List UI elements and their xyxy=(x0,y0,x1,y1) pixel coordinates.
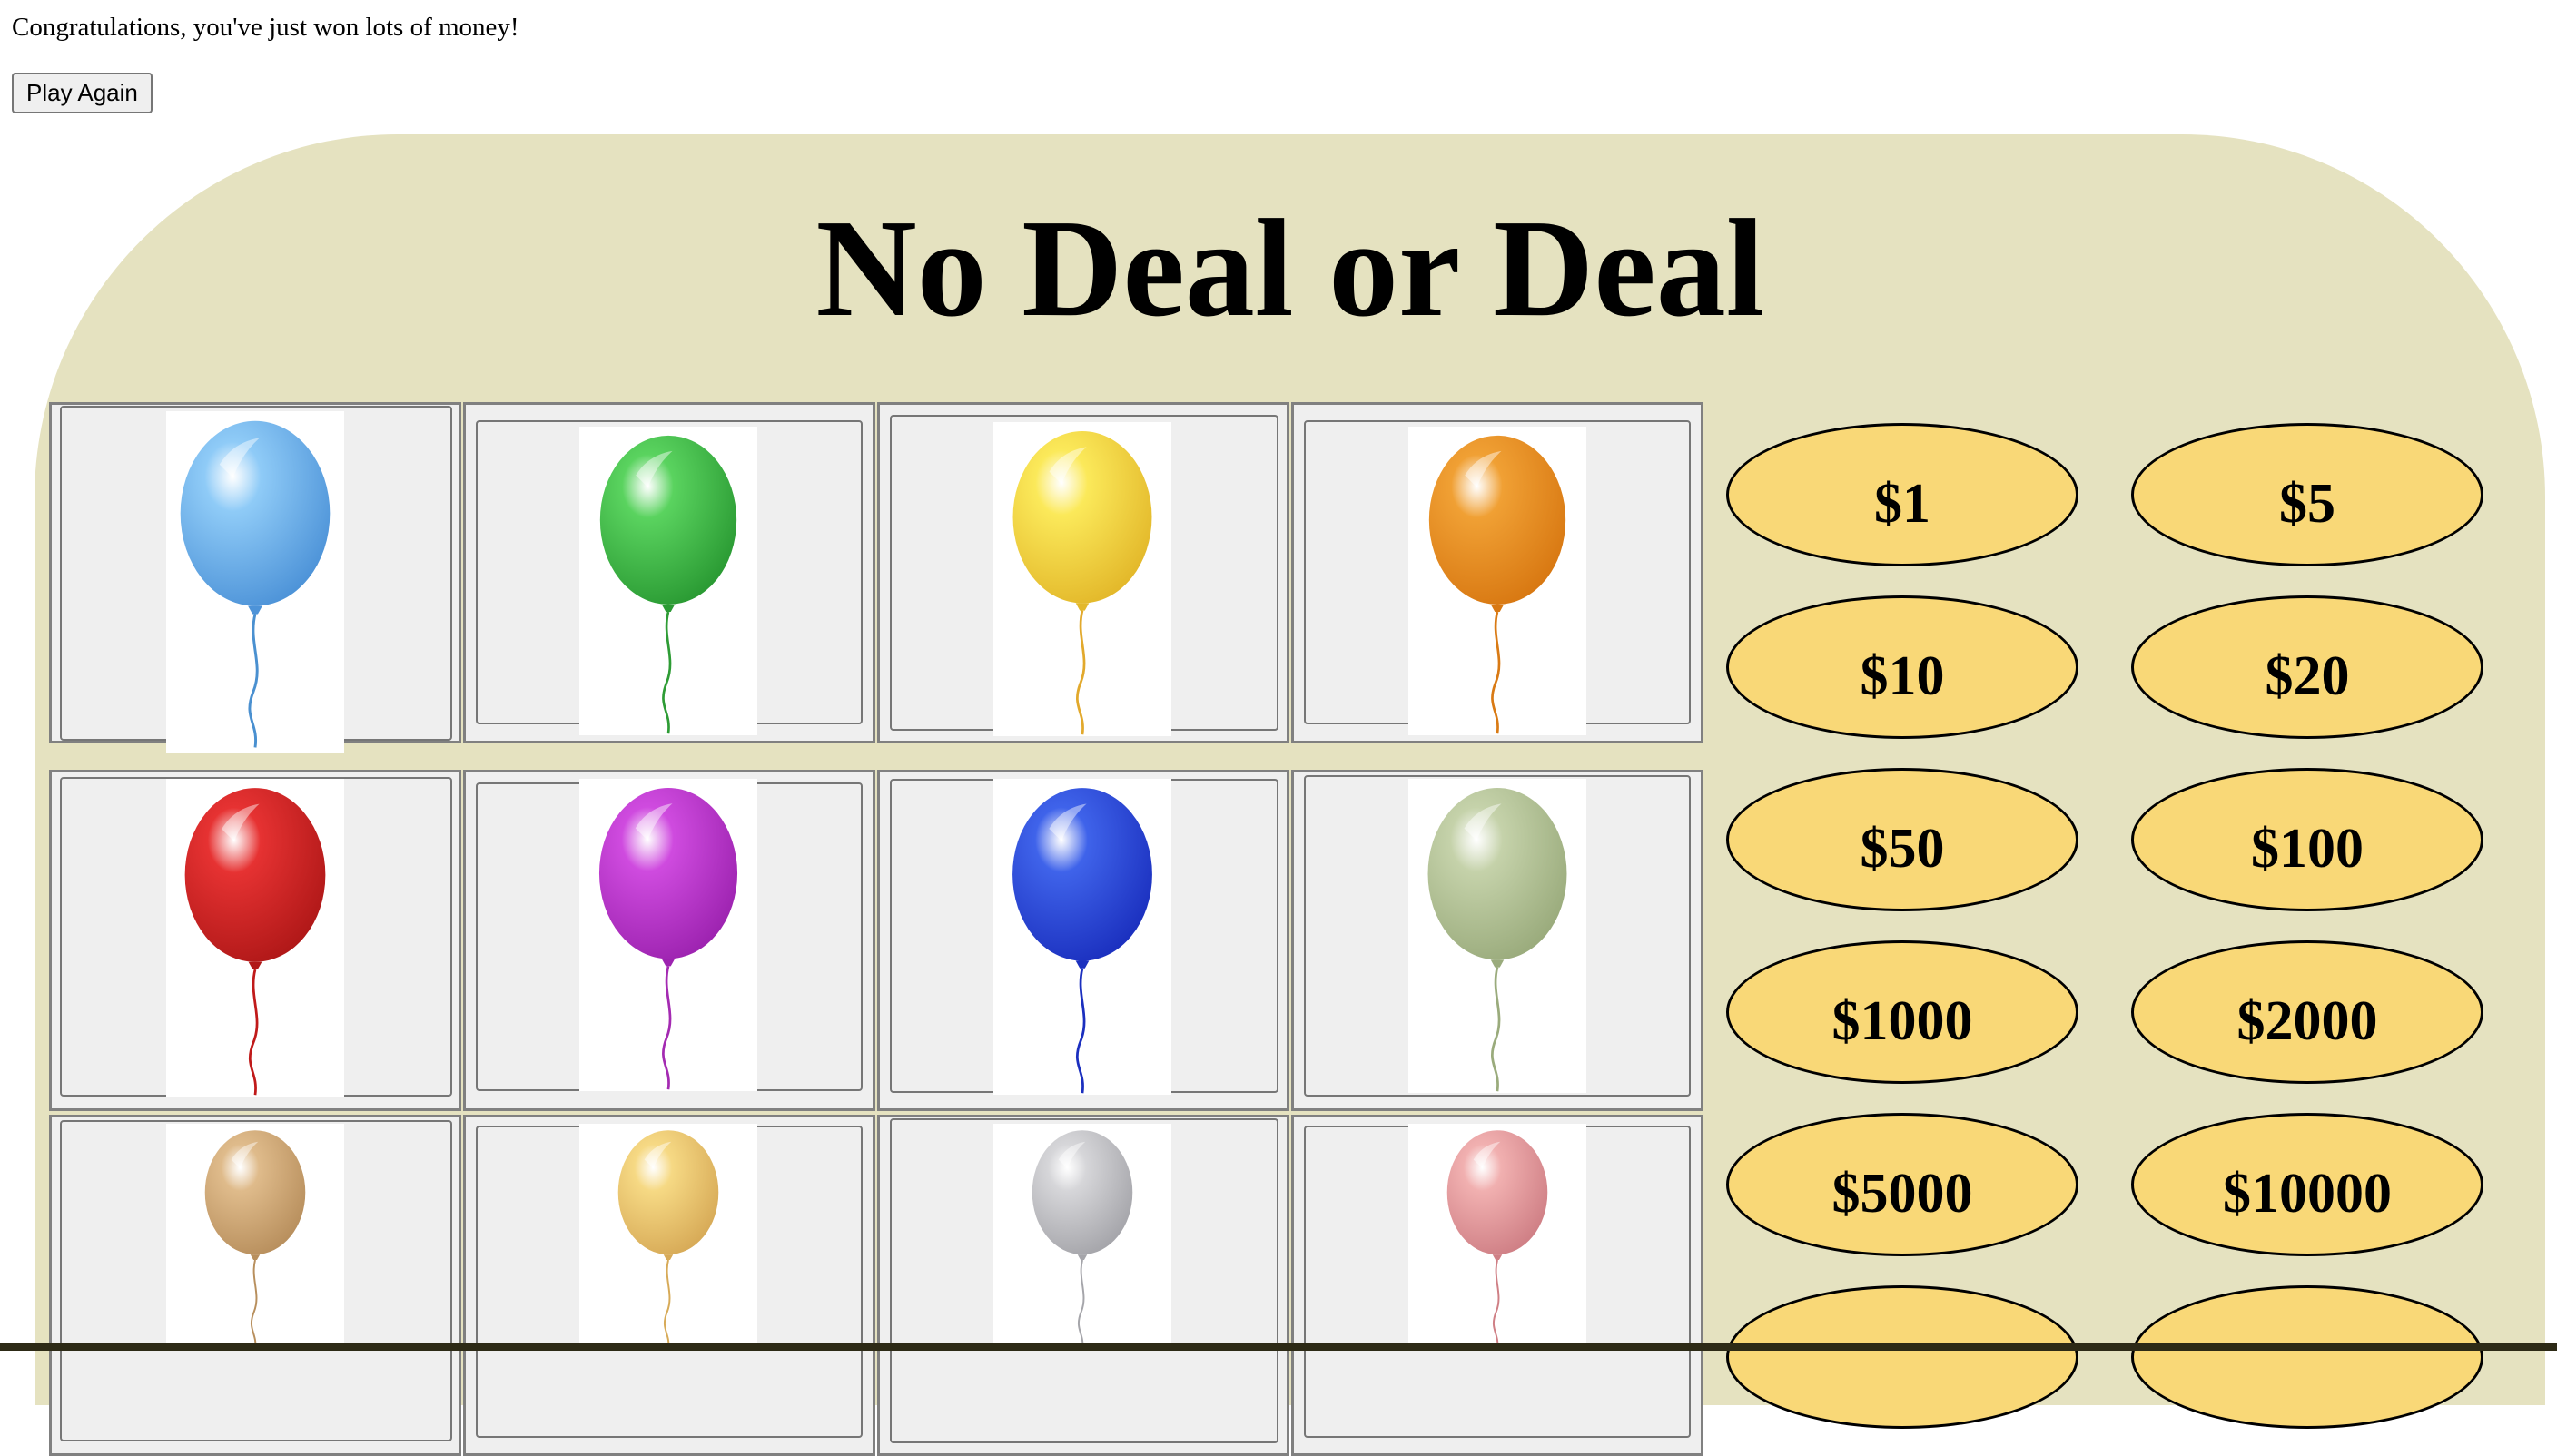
blue-balloon-icon xyxy=(993,779,1171,1095)
amount-oval: $1 xyxy=(1726,423,2078,566)
amount-oval: $10000 xyxy=(2131,1113,2483,1256)
sage-balloon-icon xyxy=(1408,779,1586,1093)
light-blue-balloon-icon xyxy=(166,411,344,753)
amount-oval: $50 xyxy=(1726,768,2078,911)
pale-yellow-balloon-icon xyxy=(579,1124,757,1351)
play-again-button[interactable]: Play Again xyxy=(12,73,153,113)
green-balloon-icon xyxy=(579,427,757,735)
amount-oval: $20 xyxy=(2131,595,2483,739)
amount-oval xyxy=(1726,1285,2078,1429)
amount-oval: $2000 xyxy=(2131,940,2483,1084)
amount-oval xyxy=(2131,1285,2483,1429)
pink-balloon-icon xyxy=(1408,1124,1586,1351)
orange-balloon-icon xyxy=(1408,427,1586,735)
amount-oval: $5000 xyxy=(1726,1113,2078,1256)
yellow-balloon-icon xyxy=(993,422,1171,736)
amount-oval: $100 xyxy=(2131,768,2483,911)
amount-oval: $1000 xyxy=(1726,940,2078,1084)
game-title: No Deal or Deal xyxy=(815,192,1765,346)
tan-balloon-icon xyxy=(166,1124,344,1351)
amount-oval: $5 xyxy=(2131,423,2483,566)
silver-balloon-icon xyxy=(993,1124,1171,1351)
purple-balloon-icon xyxy=(579,779,757,1091)
red-balloon-icon xyxy=(166,779,344,1097)
window-bottom-edge xyxy=(0,1343,2557,1351)
amount-oval: $10 xyxy=(1726,595,2078,739)
win-message: Congratulations, you've just won lots of… xyxy=(12,13,519,42)
